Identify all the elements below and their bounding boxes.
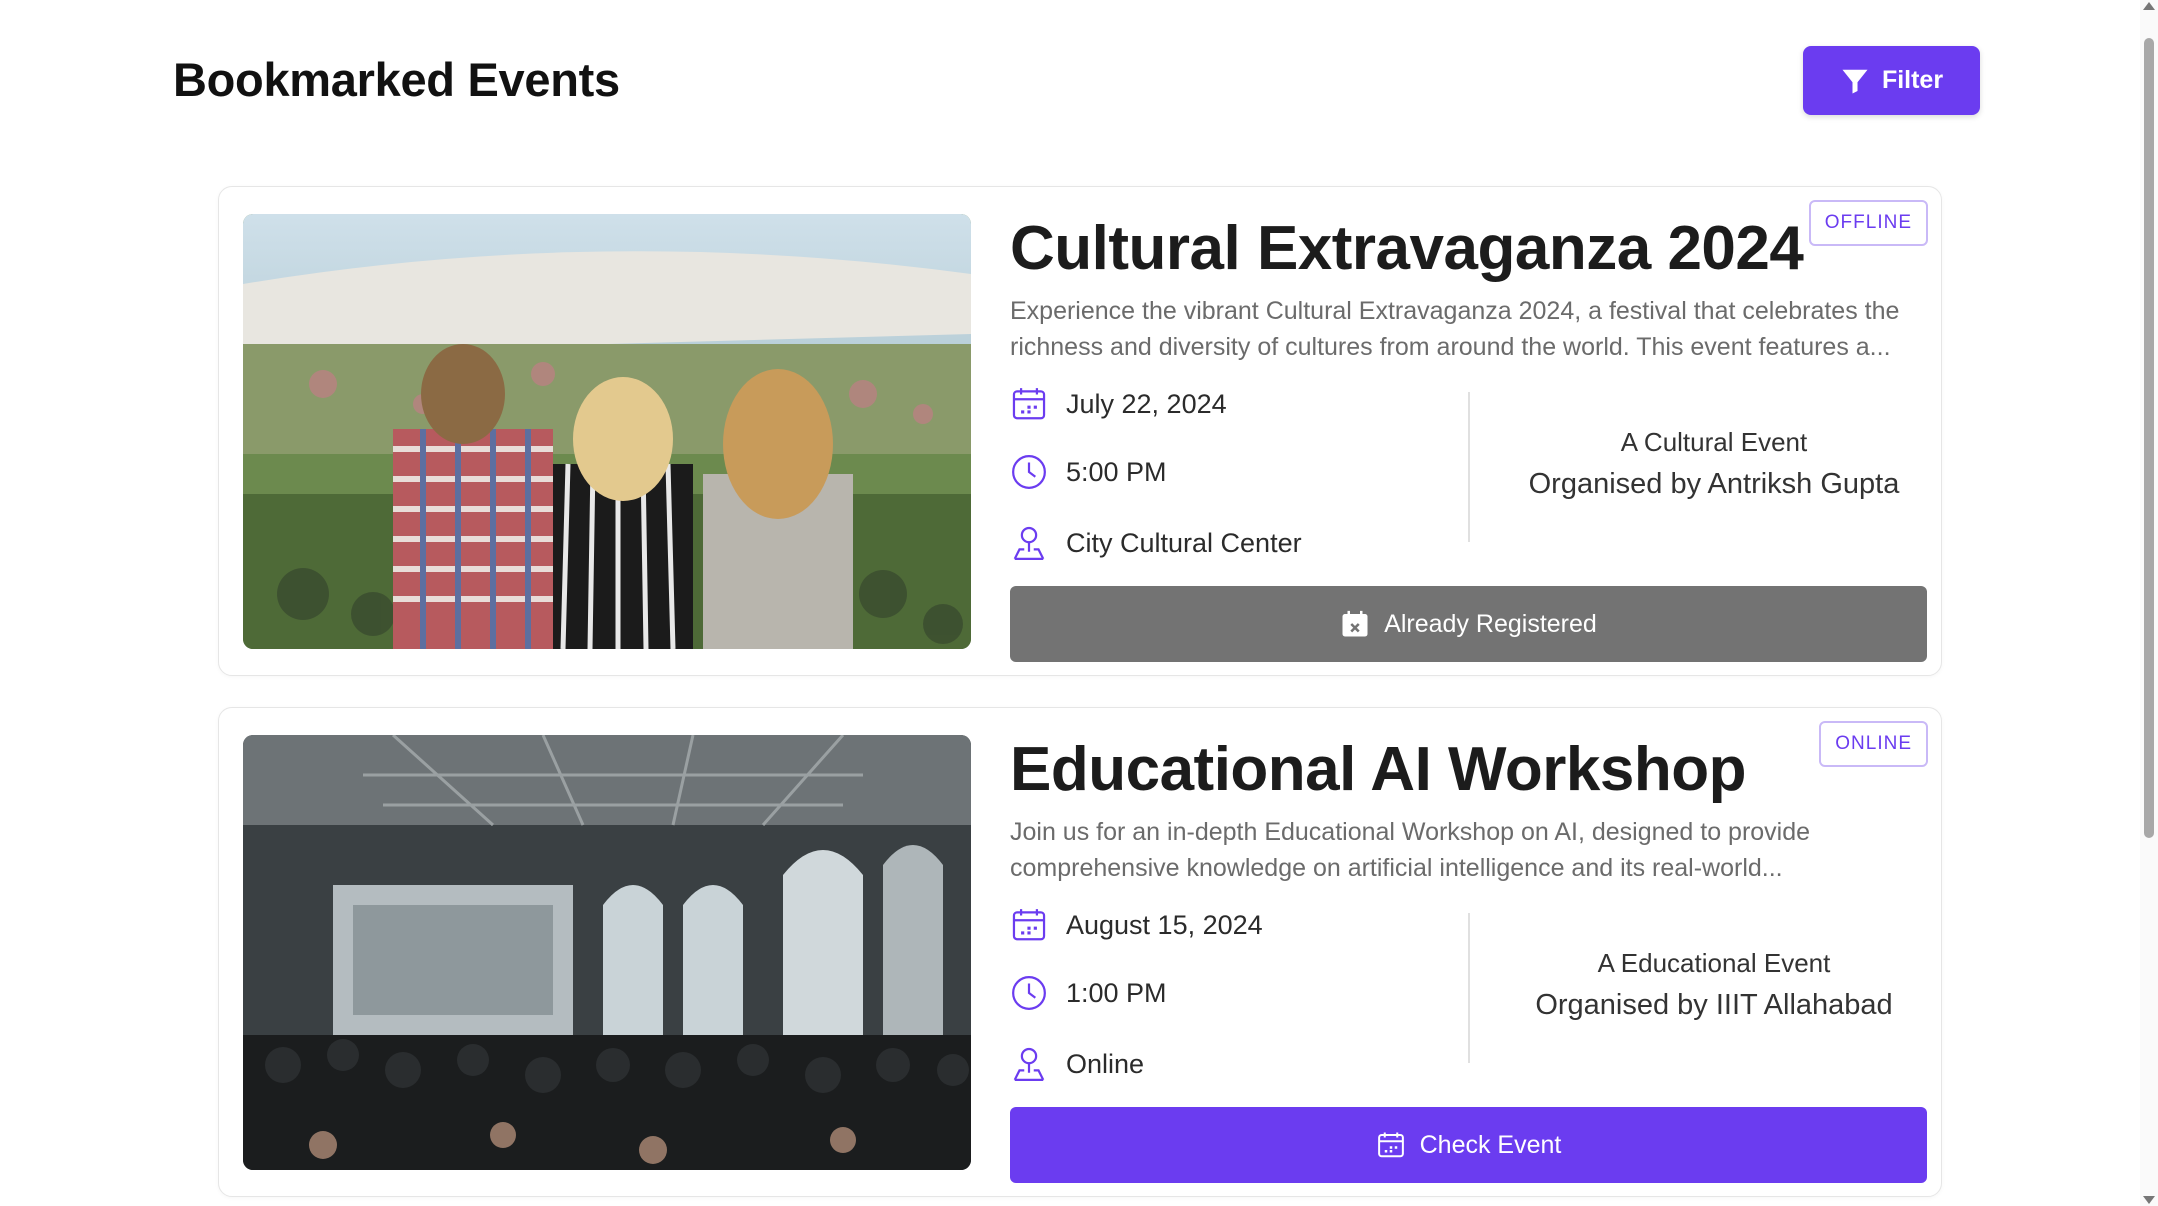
event-organiser: Organised by IIIT Allahabad	[1535, 989, 1893, 1021]
page-title: Bookmarked Events	[173, 53, 620, 106]
scroll-up-arrow-icon[interactable]	[2143, 2, 2155, 10]
event-location: City Cultural Center	[1010, 524, 1302, 562]
action-label: Check Event	[1419, 1130, 1562, 1159]
filter-icon	[1842, 69, 1868, 93]
calendar-icon	[1012, 909, 1046, 941]
event-mode-badge: OFFLINE	[1808, 200, 1928, 246]
event-time-text: 1:00 PM	[1066, 977, 1167, 1008]
calendar-icon	[1012, 388, 1046, 420]
organiser-block: A Cultural Event Organised by Antriksh G…	[1479, 427, 1949, 501]
calendar-icon	[1377, 1132, 1404, 1158]
organiser-block: A Educational Event Organised by IIIT Al…	[1479, 948, 1949, 1022]
event-title[interactable]: Cultural Extravaganza 2024	[1010, 213, 1804, 284]
location-pin-icon	[1013, 526, 1045, 560]
divider	[1468, 913, 1470, 1063]
event-date-text: August 15, 2024	[1066, 909, 1263, 940]
event-location-text: Online	[1066, 1048, 1145, 1079]
already-registered-button[interactable]: Already Registered	[1010, 586, 1927, 662]
event-date: August 15, 2024	[1010, 906, 1263, 944]
event-card[interactable]: OFFLINE Cultural Extravaganza 2024 Exper…	[218, 186, 1942, 676]
event-image-festival[interactable]	[243, 214, 971, 649]
calendar-x-icon	[1342, 610, 1368, 637]
event-location: Online	[1010, 1045, 1144, 1083]
location-pin-icon	[1013, 1047, 1045, 1081]
event-image-workshop[interactable]	[243, 735, 971, 1170]
scroll-down-arrow-icon[interactable]	[2143, 1196, 2155, 1204]
event-mode-badge: ONLINE	[1819, 721, 1928, 767]
event-time: 1:00 PM	[1010, 974, 1167, 1012]
action-label: Already Registered	[1384, 609, 1597, 638]
event-time-text: 5:00 PM	[1066, 456, 1167, 487]
event-category: A Educational Event	[1597, 948, 1831, 978]
clock-icon	[1012, 455, 1046, 489]
event-card[interactable]: ONLINE Educational AI Workshop Join us f…	[218, 707, 1942, 1197]
check-event-button[interactable]: Check Event	[1010, 1107, 1927, 1183]
event-date: July 22, 2024	[1010, 385, 1227, 423]
clock-icon	[1012, 976, 1046, 1010]
event-organiser: Organised by Antriksh Gupta	[1528, 468, 1900, 500]
event-category: A Cultural Event	[1620, 427, 1808, 457]
event-description: Experience the vibrant Cultural Extravag…	[1010, 297, 1900, 361]
event-time: 5:00 PM	[1010, 453, 1167, 491]
filter-label: Filter	[1881, 66, 1944, 94]
vertical-scrollbar[interactable]	[2140, 0, 2158, 1206]
event-description: Join us for an in-depth Educational Work…	[1010, 818, 1811, 882]
event-location-text: City Cultural Center	[1066, 527, 1302, 558]
filter-button[interactable]: Filter	[1803, 46, 1980, 115]
event-date-text: July 22, 2024	[1066, 388, 1227, 419]
scroll-thumb[interactable]	[2144, 38, 2154, 838]
event-title[interactable]: Educational AI Workshop	[1010, 734, 1747, 805]
divider	[1468, 392, 1470, 542]
